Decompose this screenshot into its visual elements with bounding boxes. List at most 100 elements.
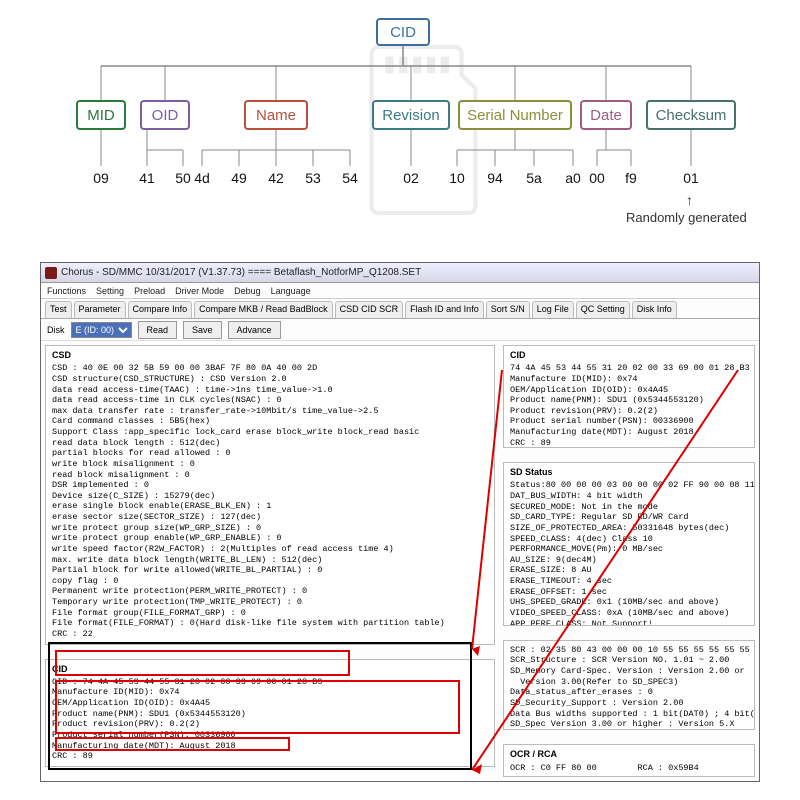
sd-status-line-6: AU_SIZE: 9(dec4M): [510, 555, 748, 566]
right-cid-line-5: Manufacturing date(MDT): August 2018: [510, 427, 748, 438]
tab-csd-cid[interactable]: CSD CID SCR: [335, 301, 404, 318]
csd-line-14: write protect group size(WP_GRP_SIZE) : …: [52, 523, 488, 534]
right-cid-line-4: Product serial number(PSN): 00336900: [510, 416, 748, 427]
diagram-field-sn: Serial Number: [458, 100, 572, 130]
disk-select[interactable]: E (ID: 00): [71, 322, 132, 338]
scr-line-3: Data_status_after_erases : 0: [510, 687, 748, 698]
menu-functions[interactable]: Functions: [47, 286, 86, 296]
hex-sn-2: 5a: [526, 170, 542, 186]
csd-hex: CSD : 40 0E 00 32 5B 59 00 00 3BAF 7F 80…: [52, 363, 488, 374]
hex-name-1: 49: [231, 170, 247, 186]
csd-line-10: DSR implemented : 0: [52, 480, 488, 491]
csd-line-2: data read access-time in CLK cycles(NSAC…: [52, 395, 488, 406]
diagram-root-cid: CID: [376, 18, 430, 46]
hex-name-0: 4d: [194, 170, 210, 186]
csd-line-21: Temporary write protection(TMP_WRITE_PRO…: [52, 597, 488, 608]
scr-line-2: Version 3.00(Refer to SD_SPEC3): [510, 677, 748, 688]
sd-status-panel: SD Status Status:80 00 00 00 03 00 00 00…: [503, 462, 755, 626]
csd-line-4: Card command classes : 5B5(hex): [52, 416, 488, 427]
sd-status-line-0: DAT_BUS_WIDTH: 4 bit width: [510, 491, 748, 502]
read-button[interactable]: Read: [138, 321, 178, 339]
sd-status-line-3: SIZE_OF_PROTECTED_AREA: 50331648 bytes(d…: [510, 523, 748, 534]
csd-panel: CSD CSD : 40 0E 00 32 5B 59 00 00 3BAF 7…: [45, 345, 495, 645]
menubar: Functions Setting Preload Driver Mode De…: [41, 283, 759, 299]
sd-status-line-8: ERASE_TIMEOUT: 4 sec: [510, 576, 748, 587]
right-cid-hex: 74 4A 45 53 44 55 31 20 02 00 33 69 00 0…: [510, 363, 748, 374]
tab-sort[interactable]: Sort S/N: [486, 301, 530, 318]
tab-test[interactable]: Test: [45, 301, 72, 318]
disk-label: Disk: [47, 325, 65, 335]
csd-line-7: partial blocks for read allowed : 0: [52, 448, 488, 459]
hex-name-4: 54: [342, 170, 358, 186]
cid-structure-diagram: CID MID OID Name Revision Serial Number …: [0, 0, 800, 260]
csd-line-19: copy flag : 0: [52, 576, 488, 587]
hex-sn-1: 94: [487, 170, 503, 186]
cid-hex-red-box: [55, 650, 350, 676]
window-title: Chorus - SD/MMC 10/31/2017 (V1.37.73) ==…: [61, 267, 421, 278]
advance-button[interactable]: Advance: [228, 321, 281, 339]
hex-oid-1: 50: [175, 170, 191, 186]
menu-setting[interactable]: Setting: [96, 286, 124, 296]
right-cid-line-6: CRC : 89: [510, 438, 748, 449]
tab-parameter[interactable]: Parameter: [74, 301, 126, 318]
menu-preload[interactable]: Preload: [134, 286, 165, 296]
diagram-field-name: Name: [244, 100, 308, 130]
csd-line-6: read data block length : 512(dec): [52, 438, 488, 449]
tab-diskinfo[interactable]: Disk Info: [632, 301, 677, 318]
diagram-field-oid: OID: [140, 100, 190, 130]
sd-status-line-10: UHS_SPEED_GRADE: 0x1 (10MB/sec and above…: [510, 597, 748, 608]
menu-language[interactable]: Language: [271, 286, 311, 296]
csd-line-16: write speed factor(R2W_FACTOR) : 2(Multi…: [52, 544, 488, 555]
tab-mkb[interactable]: Compare MKB / Read BadBlock: [194, 301, 333, 318]
right-cid-line-1: OEM/Application ID(OID): 0x4A45: [510, 385, 748, 396]
sd-status-line-11: VIDEO_SPEED_CLASS: 0xA (10MB/sec and abo…: [510, 608, 748, 619]
hex-name-2: 42: [268, 170, 284, 186]
diagram-field-chk: Checksum: [646, 100, 736, 130]
sd-status-line-7: ERASE_SIZE: 8 AU: [510, 565, 748, 576]
csd-line-8: write block misalignment : 0: [52, 459, 488, 470]
sd-status-hex: Status:80 00 00 00 03 00 00 00 02 FF 90 …: [510, 480, 748, 491]
scr-line-0: SCR_Structure : SCR Version NO. 1.01 ~ 2…: [510, 655, 748, 666]
csd-line-12: erase single block enable(ERASE_BLK_EN) …: [52, 501, 488, 512]
scr-line-6: SD_Spec Version 3.00 or higher : Version…: [510, 719, 748, 730]
right-cid-panel: CID 74 4A 45 53 44 55 31 20 02 00 33 69 …: [503, 345, 755, 448]
csd-line-0: CSD structure(CSD_STRUCTURE) : CSD Versi…: [52, 374, 488, 385]
tab-compare[interactable]: Compare Info: [128, 301, 193, 318]
csd-line-3: max data transfer rate : transfer_rate->…: [52, 406, 488, 417]
csd-line-20: Permanent write protection(PERM_WRITE_PR…: [52, 586, 488, 597]
scr-panel: SCR : 02 35 80 43 00 00 00 10 55 55 55 5…: [503, 640, 755, 731]
csd-line-23: File format(FILE_FORMAT) : 0(Hard disk-l…: [52, 618, 488, 629]
menu-driver[interactable]: Driver Mode: [175, 286, 224, 296]
tab-qc[interactable]: QC Setting: [576, 301, 630, 318]
tabbar: Test Parameter Compare Info Compare MKB …: [41, 299, 759, 319]
tab-flash[interactable]: Flash ID and Info: [405, 301, 484, 318]
sd-card-watermark-icon: [350, 40, 490, 220]
diagram-footnote: Randomly generated: [626, 210, 747, 225]
cid-fields-red-box: [55, 680, 460, 734]
sd-status-line-5: PERFORMANCE_MOVE(Pm): 0 MB/sec: [510, 544, 748, 555]
hex-sn-3: a0: [565, 170, 581, 186]
hex-sn-0: 10: [449, 170, 465, 186]
app-icon: [45, 267, 57, 279]
scr-line-1: SD_Memory Card-Spec. Version : Version 2…: [510, 666, 748, 677]
right-cid-line-0: Manufacture ID(MID): 0x74: [510, 374, 748, 385]
csd-header: CSD: [52, 350, 488, 361]
diagram-hex-row: 09 41 50 4d 49 42 53 54 02 10 94 5a a0 0…: [0, 170, 800, 190]
hex-chk-0: 01: [683, 170, 699, 186]
tab-log[interactable]: Log File: [532, 301, 574, 318]
titlebar[interactable]: Chorus - SD/MMC 10/31/2017 (V1.37.73) ==…: [41, 263, 759, 283]
csd-line-24: CRC : 22: [52, 629, 488, 640]
sd-status-line-9: ERASE_OFFSET: 1 sec: [510, 587, 748, 598]
diagram-field-date: Date: [580, 100, 632, 130]
right-cid-line-3: Product revision(PRV): 0.2(2): [510, 406, 748, 417]
hex-name-3: 53: [305, 170, 321, 186]
csd-line-17: max. write data block length(WRITE_BL_LE…: [52, 555, 488, 566]
save-button[interactable]: Save: [183, 321, 222, 339]
menu-debug[interactable]: Debug: [234, 286, 261, 296]
csd-line-5: Support Class :app_specific lock_card er…: [52, 427, 488, 438]
sd-status-line-2: SD_CARD_TYPE: Regular SD RD/WR Card: [510, 512, 748, 523]
csd-line-13: erase sector size(SECTOR_SIZE) : 127(dec…: [52, 512, 488, 523]
right-cid-header: CID: [510, 350, 748, 361]
ocr-header: OCR / RCA: [510, 749, 748, 760]
hex-rev-0: 02: [403, 170, 419, 186]
